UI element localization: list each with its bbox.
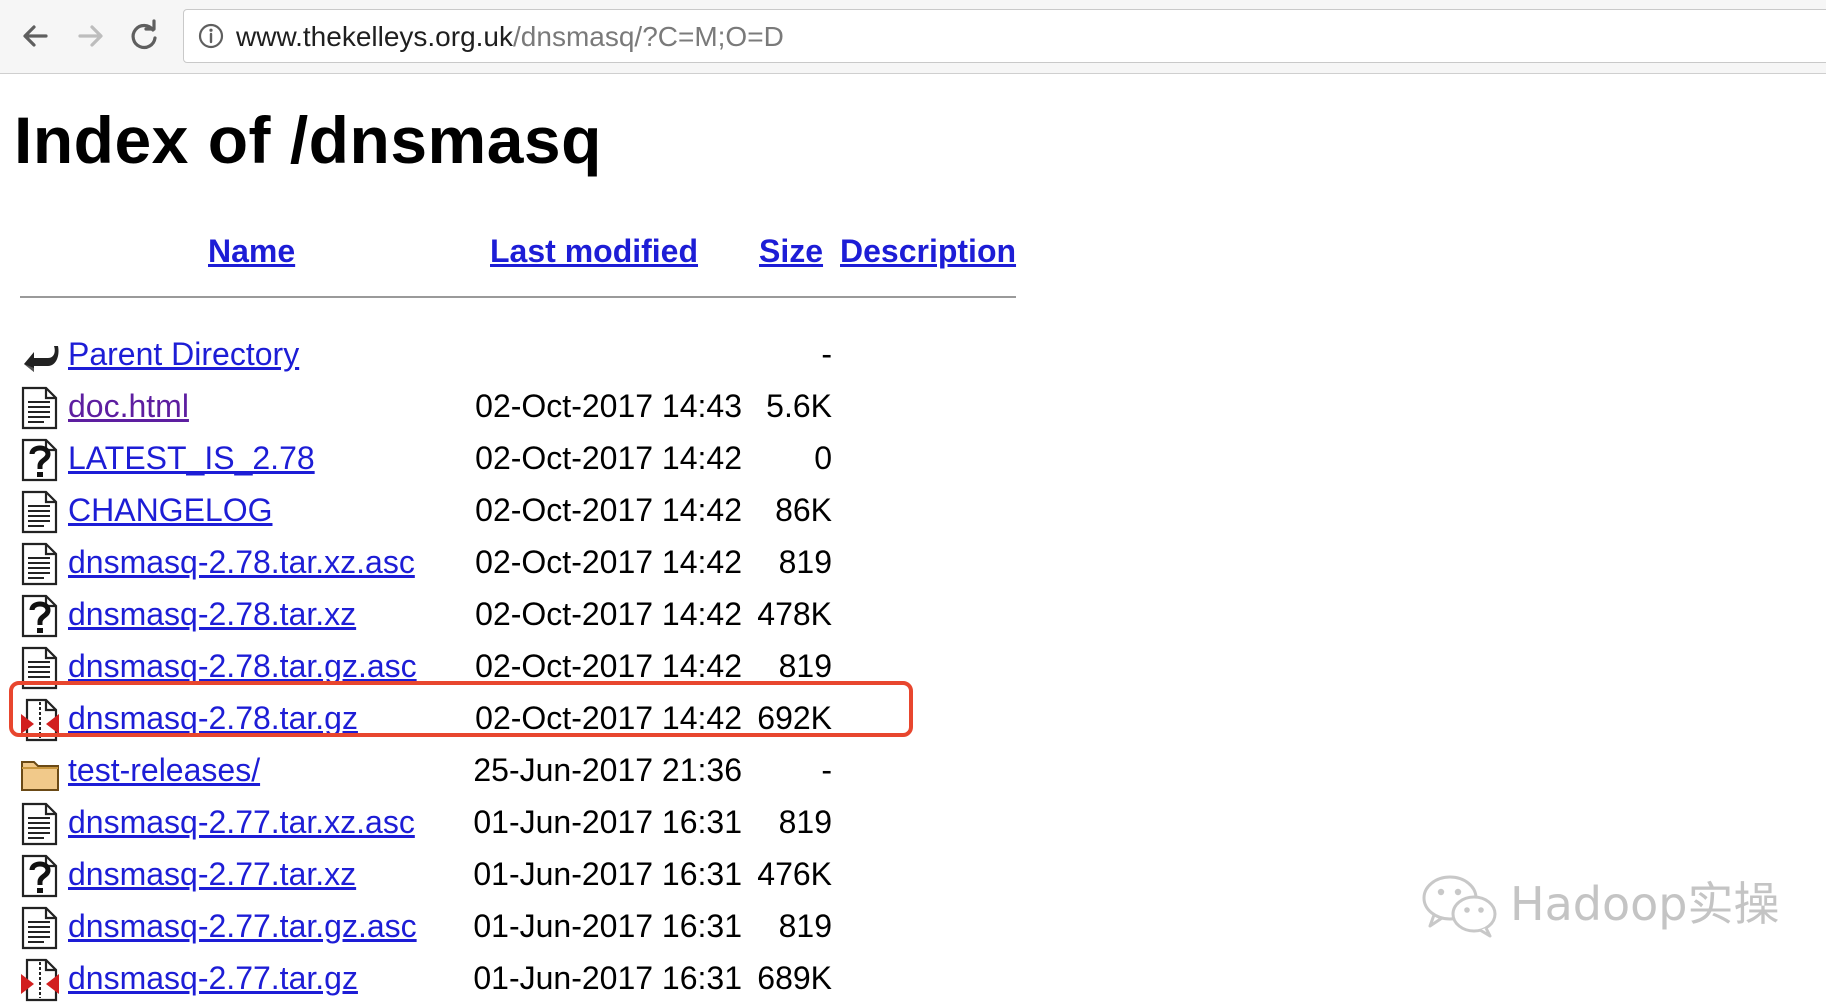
info-icon[interactable] (198, 23, 224, 49)
table-row: dnsmasq-2.77.tar.xz 01-Jun-2017 16:31 476K (0, 848, 900, 900)
text-file-icon (20, 386, 60, 430)
table-row: LATEST_IS_2.78 02-Oct-2017 14:42 0 (0, 432, 900, 484)
file-link[interactable]: LATEST_IS_2.78 (68, 438, 315, 478)
last-modified-cell: 02-Oct-2017 14:42 (475, 596, 742, 632)
text-file-icon (20, 490, 60, 534)
file-link[interactable]: dnsmasq-2.77.tar.xz (68, 854, 356, 894)
table-row: test-releases/25-Jun-2017 21:36 - (0, 744, 900, 796)
watermark-text: Hadoop实操 (1510, 877, 1780, 931)
last-modified-cell: 02-Oct-2017 14:43 (475, 388, 742, 424)
folder-icon (20, 750, 60, 794)
table-row: dnsmasq-2.78.tar.xz.asc 02-Oct-2017 14:42… (0, 536, 900, 588)
last-modified-cell: 01-Jun-2017 16:31 (473, 960, 742, 996)
column-header-name[interactable]: Name (208, 232, 295, 270)
table-row: Parent Directory - (0, 328, 900, 380)
size-cell: - (821, 752, 832, 788)
header-divider (20, 296, 1016, 298)
address-bar[interactable]: www.thekelleys.org.uk/dnsmasq/?C=M;O=D (183, 9, 1826, 63)
size-cell: 5.6K (766, 388, 832, 424)
file-link[interactable]: dnsmasq-2.77.tar.xz.asc (68, 802, 415, 842)
reload-button[interactable] (122, 14, 166, 58)
size-cell: 478K (757, 596, 832, 632)
file-link[interactable]: CHANGELOG (68, 490, 272, 530)
size-cell: 819 (778, 544, 832, 580)
file-link[interactable]: dnsmasq-2.77.tar.gz (68, 958, 358, 998)
watermark: Hadoop实操 (1418, 870, 1818, 940)
table-row: dnsmasq-2.78.tar.xz 02-Oct-2017 14:42 478K (0, 588, 900, 640)
file-link[interactable]: dnsmasq-2.77.tar.gz.asc (68, 906, 417, 946)
table-row: CHANGELOG 02-Oct-2017 14:42 86K (0, 484, 900, 536)
browser-toolbar: www.thekelleys.org.uk/dnsmasq/?C=M;O=D (0, 0, 1826, 74)
text-file-icon (20, 542, 60, 586)
column-header-last-modified[interactable]: Last modified (490, 232, 698, 270)
file-link[interactable]: dnsmasq-2.78.tar.xz (68, 594, 356, 634)
file-link[interactable]: Parent Directory (68, 334, 299, 374)
table-row: doc.html 02-Oct-2017 14:43 5.6K (0, 380, 900, 432)
column-header-description[interactable]: Description (840, 232, 1016, 270)
table-row: dnsmasq-2.77.tar.gz 01-Jun-2017 16:31 689K (0, 952, 900, 1004)
last-modified-cell: 01-Jun-2017 16:31 (473, 908, 742, 944)
unknown-file-icon (20, 438, 60, 482)
text-file-icon (20, 802, 60, 846)
page-title: Index of /dnsmasq (14, 103, 602, 177)
last-modified-cell: 01-Jun-2017 16:31 (473, 804, 742, 840)
table-row: dnsmasq-2.77.tar.gz.asc 01-Jun-2017 16:31… (0, 900, 900, 952)
unknown-file-icon (20, 854, 60, 898)
last-modified-cell: 02-Oct-2017 14:42 (475, 492, 742, 528)
back-icon (20, 334, 60, 378)
file-link[interactable]: dnsmasq-2.78.tar.gz.asc (68, 646, 417, 686)
arrow-right-icon (78, 25, 103, 47)
url-host: www.thekelleys.org.uk (236, 21, 514, 52)
forward-button[interactable] (68, 14, 112, 58)
last-modified-cell: 02-Oct-2017 14:42 (475, 648, 742, 684)
last-modified-cell: 02-Oct-2017 14:42 (475, 440, 742, 476)
table-row: dnsmasq-2.77.tar.xz.asc 01-Jun-2017 16:31… (0, 796, 900, 848)
size-cell: 819 (778, 648, 832, 684)
file-link[interactable]: doc.html (68, 386, 189, 426)
size-cell: 689K (757, 960, 832, 996)
file-link[interactable]: test-releases/ (68, 750, 260, 790)
size-cell: - (821, 336, 832, 372)
reload-icon (131, 19, 157, 50)
file-link[interactable]: dnsmasq-2.78.tar.xz.asc (68, 542, 415, 582)
last-modified-cell: 02-Oct-2017 14:42 (475, 544, 742, 580)
url-path: /dnsmasq/?C=M;O=D (513, 21, 784, 52)
size-cell: 819 (778, 908, 832, 944)
back-button[interactable] (14, 14, 58, 58)
size-cell: 0 (814, 440, 832, 476)
highlight-box (9, 681, 913, 737)
last-modified-cell: 25-Jun-2017 21:36 (473, 752, 742, 788)
unknown-file-icon (20, 594, 60, 638)
column-header-size[interactable]: Size (759, 232, 823, 270)
text-file-icon (20, 906, 60, 950)
arrow-left-icon (23, 25, 48, 47)
compressed-file-icon (20, 958, 60, 1002)
size-cell: 86K (775, 492, 832, 528)
url-text: www.thekelleys.org.uk/dnsmasq/?C=M;O=D (236, 21, 784, 53)
wechat-icon (1422, 875, 1497, 938)
last-modified-cell: 01-Jun-2017 16:31 (473, 856, 742, 892)
size-cell: 819 (778, 804, 832, 840)
size-cell: 476K (757, 856, 832, 892)
